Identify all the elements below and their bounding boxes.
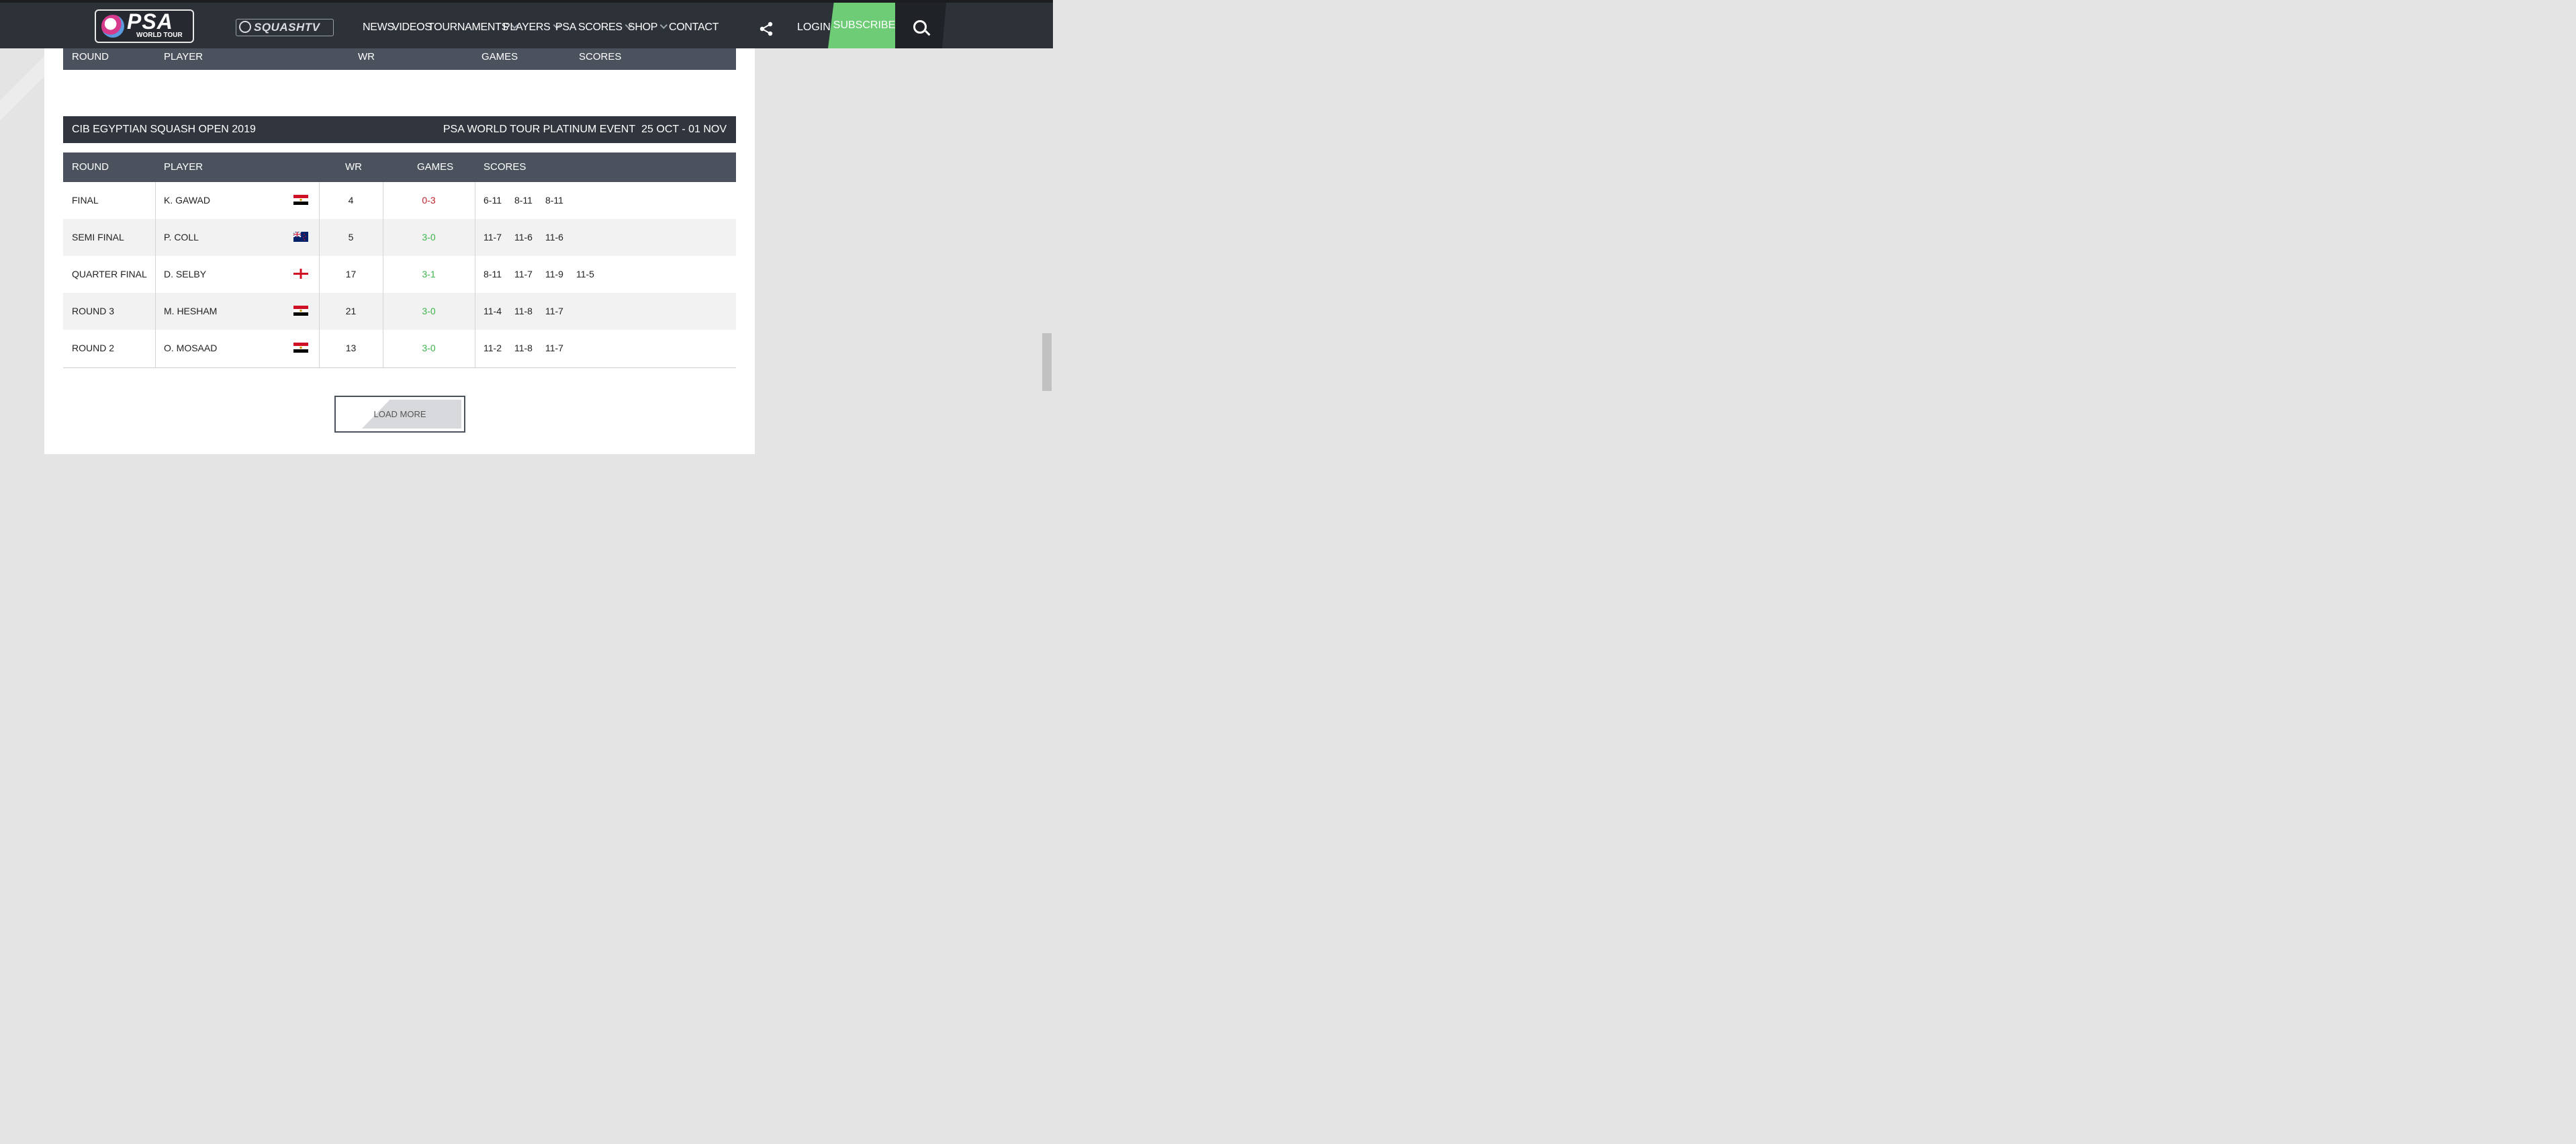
game-score: 11-4 [484,306,502,316]
column-round: ROUND [72,51,109,62]
game-score: 11-7 [484,232,502,243]
subscribe-button[interactable]: SUBSCRIBE [828,3,901,48]
game-score: 11-7 [545,306,563,316]
games-result: 3-0 [422,343,436,353]
nav-players[interactable]: PLAYERS [503,21,561,34]
world-ranking: 5 [348,232,354,243]
world-ranking: 13 [345,343,357,353]
player-name[interactable]: P. COLL [164,219,199,256]
player-name[interactable]: O. MOSAAD [164,330,217,367]
table-row[interactable]: FINAL K. GAWAD 4 0-3 6-11 8-11 8-11 [63,182,736,219]
game-score: 11-6 [545,232,563,243]
column-games: GAMES [417,161,454,173]
scrollbar-thumb[interactable] [1042,333,1052,391]
nav-contact[interactable]: CONTACT [669,21,719,34]
squashtv-logo[interactable]: SQUASHTV [236,19,334,36]
table-bottom-border [63,367,736,368]
player-name[interactable]: M. HESHAM [164,293,217,330]
game-score: 11-5 [576,269,594,279]
round-cell: ROUND 2 [72,343,115,353]
event-category: PSA WORLD TOUR PLATINUM EVENT [443,124,636,135]
game-score: 11-9 [545,269,563,279]
event-title-bar: CIB EGYPTIAN SQUASH OPEN 2019 PSA WORLD … [63,116,736,143]
game-score: 11-7 [545,343,563,353]
search-icon[interactable] [913,20,927,34]
nav-shop[interactable]: SHOP [628,21,668,34]
share-icon[interactable] [759,21,774,36]
player-name[interactable]: K. GAWAD [164,182,210,219]
scores-cell: 11-7 11-6 11-6 [484,219,576,256]
table-row[interactable]: SEMI FINAL P. COLL 5 3-0 11-7 11-6 11-6 [63,219,736,256]
scores-cell: 6-11 8-11 8-11 [484,182,576,219]
column-divider [319,182,320,367]
psa-player-icon [101,15,124,38]
game-score: 11-7 [514,269,533,279]
squashtv-label: SQUASHTV [254,21,320,34]
scores-cell: 11-4 11-8 11-7 [484,293,576,330]
nav-news[interactable]: NEWS [363,21,394,34]
egypt-flag-icon [293,343,308,353]
games-result: 0-3 [422,195,436,206]
game-score: 8-11 [484,269,502,279]
games-result: 3-1 [422,269,436,279]
chevron-down-icon [659,21,668,30]
event-dates: 25 OCT - 01 NOV [641,124,727,135]
event-name[interactable]: CIB EGYPTIAN SQUASH OPEN 2019 [72,116,256,143]
column-scores: SCORES [484,161,526,173]
new-zealand-flag-icon [293,231,308,242]
game-score: 11-8 [514,306,533,316]
game-score: 11-2 [484,343,502,353]
round-cell: SEMI FINAL [72,232,124,243]
egypt-flag-icon [293,306,308,316]
world-ranking: 17 [345,269,357,279]
round-cell: ROUND 3 [72,306,115,316]
column-divider [155,182,156,367]
column-wr: WR [358,51,375,62]
results-table-header: ROUND PLAYER WR GAMES SCORES [63,152,736,182]
england-flag-icon [293,268,309,279]
games-result: 3-0 [422,306,436,316]
login-link[interactable]: LOGIN [797,21,831,34]
psa-world-tour-logo[interactable]: PSA WORLD TOUR [95,9,194,43]
scrollbar-track[interactable] [1041,48,1053,468]
world-ranking: 4 [348,195,354,206]
table-row[interactable]: ROUND 3 M. HESHAM 21 3-0 11-4 11-8 11-7 [63,293,736,330]
column-player: PLAYER [164,161,203,173]
column-player: PLAYER [164,51,203,62]
column-games: GAMES [481,51,518,62]
scores-cell: 8-11 11-7 11-9 11-5 [484,256,607,293]
table-row[interactable]: QUARTER FINAL D. SELBY 17 3-1 8-11 11-7 11-9 11… [63,256,736,293]
background-decoration [0,47,47,134]
world-ranking: 21 [345,306,357,316]
game-score: 11-8 [514,343,533,353]
table-row[interactable]: ROUND 2 O. MOSAAD 13 3-0 11-2 11-8 11-7 [63,330,736,367]
column-round: ROUND [72,161,109,173]
previous-table-header: ROUND PLAYER WR GAMES SCORES [63,48,736,70]
logo-subtext: WORLD TOUR [136,32,183,39]
load-more-label: LOAD MORE [373,409,426,419]
nav-psa[interactable]: PSA [555,21,576,34]
player-name[interactable]: D. SELBY [164,256,206,293]
games-result: 3-0 [422,232,436,243]
game-score: 6-11 [484,195,502,206]
load-more-button[interactable]: LOAD MORE [334,396,465,433]
game-score: 8-11 [545,195,563,206]
egypt-flag-icon [293,195,308,205]
column-wr: WR [345,161,362,173]
scores-cell: 11-2 11-8 11-7 [484,330,576,367]
nav-videos[interactable]: VIDEOS [392,21,432,34]
nav-scores[interactable]: SCORES [578,21,633,34]
round-cell: FINAL [72,195,99,206]
round-cell: QUARTER FINAL [72,269,147,279]
squashtv-icon [239,21,251,33]
event-meta: PSA WORLD TOUR PLATINUM EVENT 25 OCT - 01… [443,116,727,143]
game-score: 8-11 [514,195,533,206]
column-scores: SCORES [579,51,622,62]
logo-text: PSA [127,9,173,34]
game-score: 11-6 [514,232,533,243]
